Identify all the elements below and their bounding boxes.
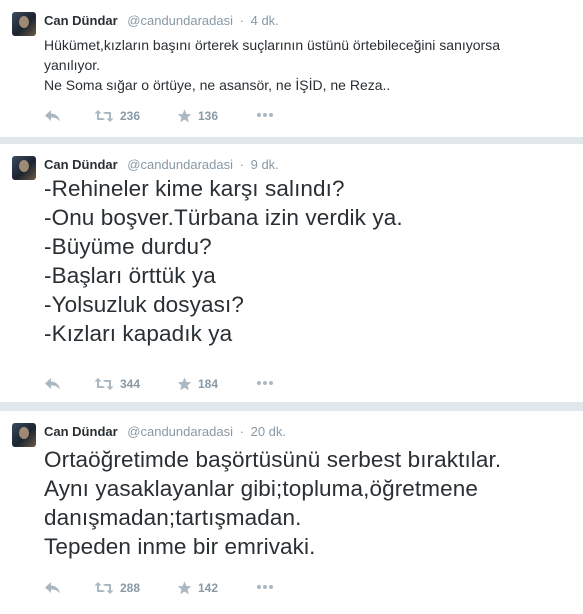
reply-button[interactable] bbox=[44, 109, 61, 123]
tweet-header: Can Dündar @candundaradasi · 9 dk. bbox=[44, 157, 279, 173]
user-handle[interactable]: @candundaradasi bbox=[127, 424, 233, 439]
separator: · bbox=[239, 13, 244, 28]
retweet-button[interactable]: 236 bbox=[94, 109, 140, 123]
tweet-line: -Onu boşver.Türbana izin verdik ya. bbox=[44, 205, 403, 230]
more-button[interactable] bbox=[256, 380, 274, 386]
favorite-count: 184 bbox=[198, 377, 219, 391]
star-icon bbox=[177, 109, 192, 123]
separator: · bbox=[239, 157, 244, 172]
favorite-count: 142 bbox=[198, 581, 219, 595]
timestamp[interactable]: 20 dk. bbox=[251, 424, 286, 439]
retweet-icon bbox=[94, 378, 114, 390]
tweet-1[interactable]: Can Dündar @candundaradasi · 4 dk. Hüküm… bbox=[0, 0, 583, 137]
more-button[interactable] bbox=[256, 112, 274, 118]
tweet-line: -Büyüme durdu? bbox=[44, 234, 212, 259]
tweet-line: yanılıyor. bbox=[44, 57, 101, 73]
tweet-text: Ortaöğretimde başörtüsünü serbest bırakt… bbox=[44, 445, 574, 561]
retweet-icon bbox=[94, 582, 114, 594]
more-icon bbox=[257, 113, 273, 117]
tweet-line: Ne Soma sığar o örtüye, ne asansör, ne İ… bbox=[44, 77, 391, 93]
retweet-icon bbox=[94, 110, 114, 122]
tweet-header: Can Dündar @candundaradasi · 20 dk. bbox=[44, 424, 286, 440]
tweet-line: Ortaöğretimde başörtüsünü serbest bırakt… bbox=[44, 447, 502, 472]
tweet-line: -Kızları kapadık ya bbox=[44, 321, 233, 346]
reply-button[interactable] bbox=[44, 581, 61, 595]
favorite-button[interactable]: 184 bbox=[177, 377, 218, 391]
retweet-button[interactable]: 344 bbox=[94, 377, 140, 391]
avatar[interactable] bbox=[12, 156, 36, 180]
retweet-button[interactable]: 288 bbox=[94, 581, 140, 595]
tweet-line: -Başları örttük ya bbox=[44, 263, 216, 288]
more-icon bbox=[257, 381, 273, 385]
tweet-line: Hükümet,kızların başını örterek suçların… bbox=[44, 37, 501, 53]
star-icon bbox=[177, 581, 192, 595]
tweet-2[interactable]: Can Dündar @candundaradasi · 9 dk. -Rehi… bbox=[0, 144, 583, 402]
timestamp[interactable]: 4 dk. bbox=[251, 13, 279, 28]
reply-button[interactable] bbox=[44, 377, 61, 391]
tweet-line: Tepeden inme bir emrivaki. bbox=[44, 534, 316, 559]
tweet-line: -Yolsuzluk dosyası? bbox=[44, 292, 244, 317]
more-icon bbox=[257, 585, 273, 589]
retweet-count: 288 bbox=[120, 581, 141, 595]
tweet-text: Hükümet,kızların başını örterek suçların… bbox=[44, 35, 574, 95]
reply-icon bbox=[45, 378, 60, 390]
user-name[interactable]: Can Dündar bbox=[44, 157, 118, 172]
avatar[interactable] bbox=[12, 423, 36, 447]
tweet-line: -Rehineler kime karşı salındı? bbox=[44, 176, 345, 201]
more-button[interactable] bbox=[256, 584, 274, 590]
user-name[interactable]: Can Dündar bbox=[44, 424, 118, 439]
tweet-line: Aynı yasaklayanlar gibi;topluma,öğretmen… bbox=[44, 476, 478, 501]
favorite-button[interactable]: 142 bbox=[177, 581, 218, 595]
user-name[interactable]: Can Dündar bbox=[44, 13, 118, 28]
star-icon bbox=[177, 377, 192, 391]
tweet-text: -Rehineler kime karşı salındı? -Onu boşv… bbox=[44, 174, 574, 348]
user-handle[interactable]: @candundaradasi bbox=[127, 13, 233, 28]
retweet-count: 344 bbox=[120, 377, 141, 391]
reply-icon bbox=[45, 582, 60, 594]
tweet-line: danışmadan;tartışmadan. bbox=[44, 505, 302, 530]
timestamp[interactable]: 9 dk. bbox=[251, 157, 279, 172]
tweet-3[interactable]: Can Dündar @candundaradasi · 20 dk. Orta… bbox=[0, 411, 583, 614]
tweet-header: Can Dündar @candundaradasi · 4 dk. bbox=[44, 13, 279, 29]
separator: · bbox=[239, 424, 244, 439]
reply-icon bbox=[45, 110, 60, 122]
user-handle[interactable]: @candundaradasi bbox=[127, 157, 233, 172]
retweet-count: 236 bbox=[120, 109, 141, 123]
favorite-count: 136 bbox=[198, 109, 219, 123]
favorite-button[interactable]: 136 bbox=[177, 109, 218, 123]
avatar[interactable] bbox=[12, 12, 36, 36]
